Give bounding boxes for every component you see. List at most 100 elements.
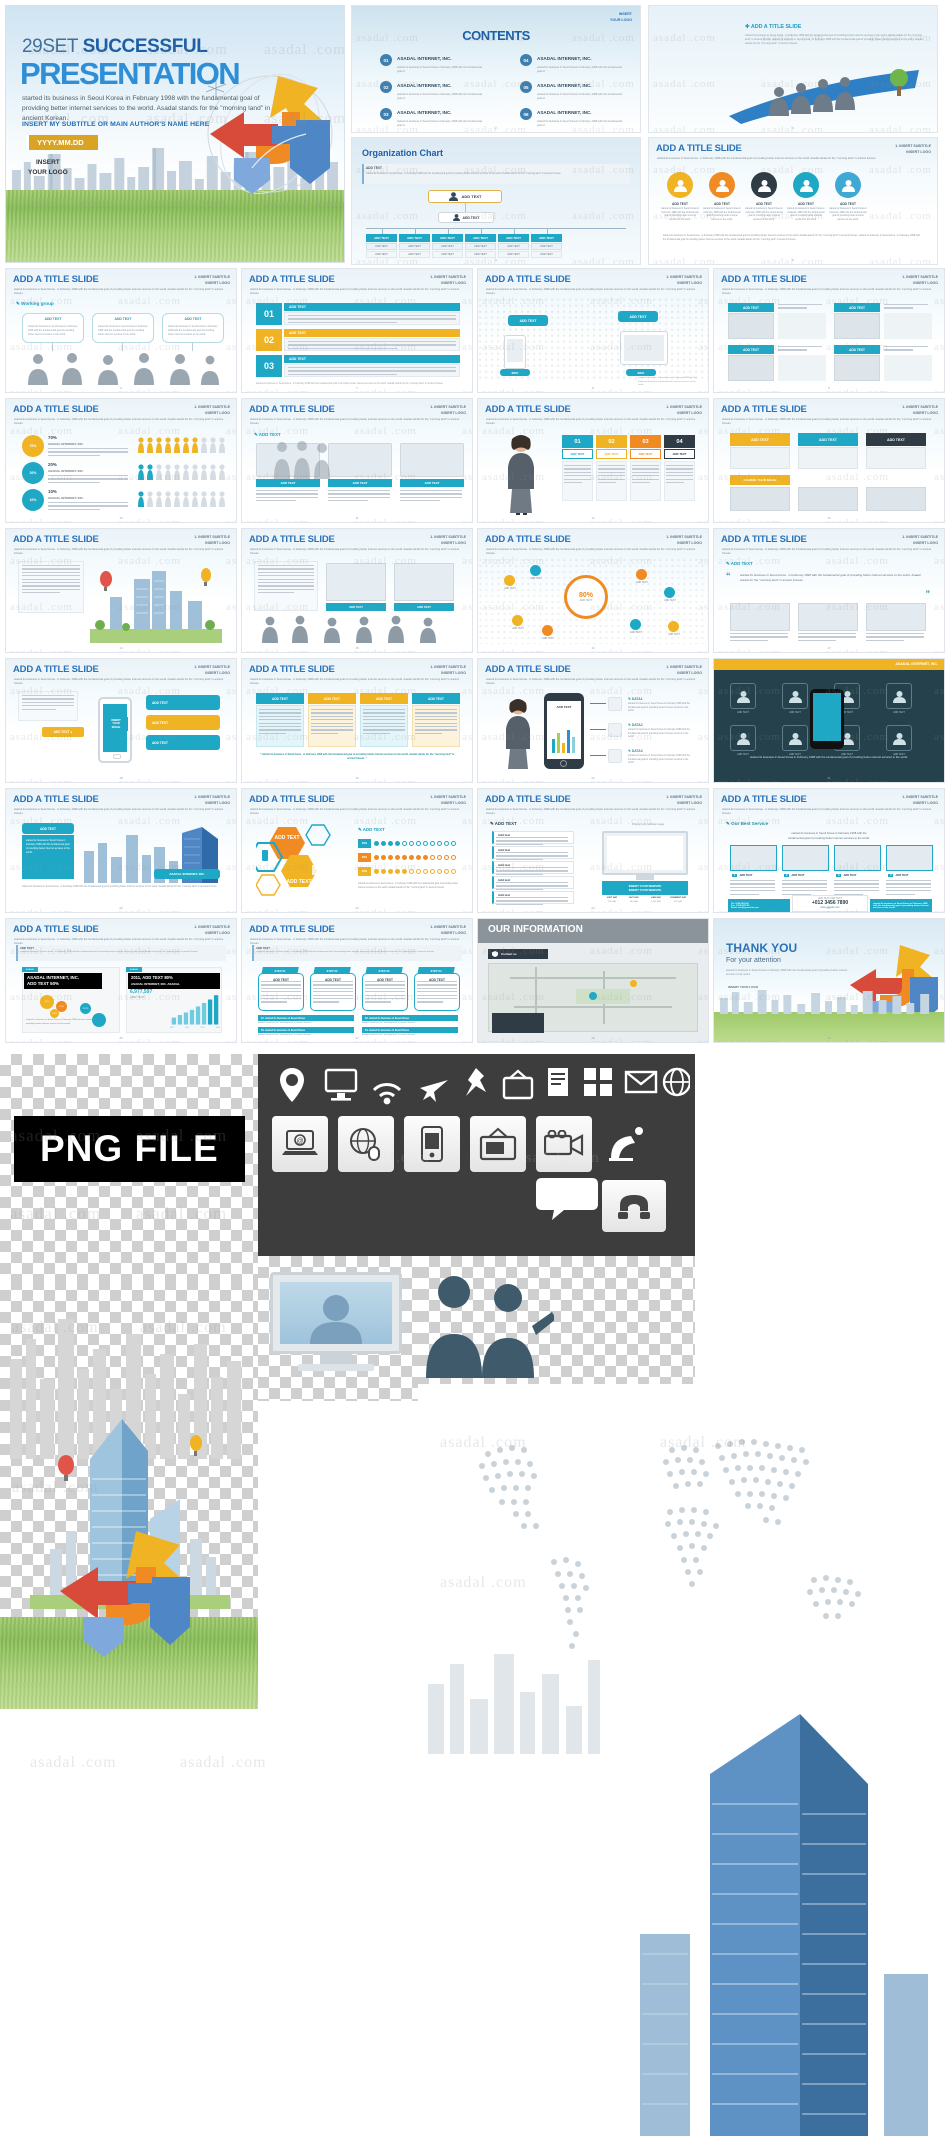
workgroup-box[interactable]: ADD TEXT started its business in Seoul K… [162,313,224,343]
map-pin[interactable] [630,619,641,630]
dark-icon-tile[interactable] [730,725,756,751]
column-body[interactable] [664,461,695,501]
title-slide[interactable]: 29SET SUCCESSFUL PRESENTATION started it… [5,5,345,263]
slide-thumbnail[interactable]: ADD A TITLE SLIDE 1. INSERT SUBTITLE INSE… [241,528,473,653]
slide-thumbnail[interactable]: ADD A TITLE SLIDE 1. INSERT SUBTITLE INSE… [713,788,945,913]
slide-thumbnail[interactable]: ADD A TITLE SLIDE 1. INSERT SUBTITLE INSE… [241,398,473,523]
city-text-block[interactable]: started its business in Seoul Korea in F… [22,835,74,879]
slide-thumbnail[interactable]: ADD A TITLE SLIDE 1. INSERT SUBTITLE INSE… [241,918,473,1043]
screen-caption[interactable]: ADD TEXT [400,479,464,487]
slide-thumbnail[interactable]: ADD A TITLE SLIDE 1. INSERT SUBTITLE INSE… [477,398,709,523]
org-cell-header[interactable]: ADD TEXT [399,234,430,242]
workgroup-box[interactable]: ADD TEXT started its business in Seoul K… [92,313,154,343]
step-footer-title[interactable]: 02. started its business in Seoul Korea [362,1015,458,1021]
org-node-sub[interactable]: ADD TEXT [438,212,494,223]
photo-label[interactable]: ADD TEXT [728,345,774,354]
dark-icon-tile[interactable] [886,683,912,709]
map-pin[interactable] [542,625,553,636]
column-header[interactable]: ADD TEXT [256,693,304,704]
slide-thumbnail[interactable]: ADD A TITLE SLIDE 1. INSERT SUBTITLE INSE… [477,788,709,913]
slide-thumbnail[interactable]: ✚ ADD A TITLE SLIDE started its business … [648,5,938,133]
map-pin[interactable] [504,575,515,586]
org-node-root[interactable]: ADD TEXT [428,190,502,203]
column-body[interactable] [596,461,627,501]
dark-icon-tile[interactable] [782,725,808,751]
org-cell-body[interactable]: ADD TEXT [399,251,430,258]
map-pin[interactable] [668,621,679,632]
column-label[interactable]: ADD TEXT [596,449,627,459]
website-banner[interactable]: INSERT YOUR WEBSITE INSERT YOUR WEBSITE [602,881,688,895]
slide-thumbnail[interactable]: THANK YOU For your attention started its b… [713,918,945,1043]
photo-label[interactable]: ADD TEXT [728,303,774,312]
bubble-item[interactable]: ADD TEXT [146,735,220,750]
slide-thumbnail[interactable]: ADD A TITLE SLIDE 1. INSERT SUBTITLE INSE… [477,268,709,393]
slide-thumbnail[interactable]: ADD A TITLE SLIDE 1. INSERT SUBTITLE INSE… [5,788,237,913]
map-tag[interactable]: ADD TEXT [508,315,548,326]
column-body[interactable] [630,461,661,501]
slide-thumbnail[interactable]: ADD A TITLE SLIDE 1. INSERT SUBTITLE INSE… [477,658,709,783]
add-text-button[interactable]: ADD TEXT ● [42,727,84,737]
org-cell-body[interactable]: ADD TEXT [531,251,562,258]
step-title[interactable]: ADD TEXT [284,355,460,363]
org-cell-body[interactable]: ADD TEXT [465,251,496,258]
org-cell-header[interactable]: ADD TEXT [366,234,397,242]
org-cell-body[interactable]: ADD TEXT [498,243,529,250]
change-image-label[interactable]: CHANGE YOUR IMAGE [730,475,790,485]
dark-icon-tile[interactable] [782,683,808,709]
slide-thumbnail[interactable]: ADD A TITLE SLIDE 1. INSERT SUBTITLE INSE… [241,268,473,393]
company-tag[interactable]: ASADAL INTERNET, INC. [154,869,220,879]
map-pin[interactable] [664,587,675,598]
org-cell-header[interactable]: ADD TEXT [531,234,562,242]
slide-thumbnail[interactable]: ADD A TITLE SLIDE 1. INSERT SUBTITLE INSE… [713,398,945,523]
bubble-item[interactable]: ADD TEXT [146,715,220,730]
info-badge[interactable]: INFO [626,369,656,376]
org-cell-body[interactable]: ADD TEXT [531,243,562,250]
circle-icon-badge[interactable] [709,172,735,198]
slide-thumbnail[interactable]: ADD A TITLE SLIDE 1. INSERT SUBTITLE INSE… [241,658,473,783]
org-cell-body[interactable]: ADD TEXT [432,243,463,250]
map-pin[interactable] [636,569,647,580]
screen-caption[interactable]: ADD TEXT [256,479,320,487]
org-cell-header[interactable]: ADD TEXT [465,234,496,242]
slide-thumbnail[interactable]: ADD A TITLE SLIDE 1. INSERT SUBTITLE INSE… [713,268,945,393]
map-marker[interactable] [630,980,638,988]
column-header[interactable]: ADD TEXT [308,693,356,704]
slide-thumbnail[interactable]: ADD A TITLE SLIDE 1. INSERT SUBTITLE INSE… [5,268,237,393]
slide-thumbnail[interactable]: ADD A TITLE SLIDE 1. INSERT SUBTITLE INSE… [5,398,237,523]
column-header[interactable]: ADD TEXT [360,693,408,704]
column-body[interactable] [562,461,593,501]
step-title[interactable]: ADD TEXT [284,303,460,311]
org-cell-body[interactable]: ADD TEXT [432,251,463,258]
step-title[interactable]: ADD TEXT [284,329,460,337]
org-cell-header[interactable]: ADD TEXT [498,234,529,242]
column-label[interactable]: ADD TEXT [664,449,695,459]
slide-thumbnail[interactable]: OUR INFORMATION Contact us 28 asadal .co… [477,918,709,1043]
slide-thumbnail[interactable]: ASADAL INTERNET, INC. ADD TEXT ADD TEXT … [713,658,945,783]
workgroup-box[interactable]: ADD TEXT started its business in Seoul K… [22,313,84,343]
step-footer-title[interactable]: 01. started its business in Seoul Korea [258,1015,354,1021]
contact-us-badge[interactable]: Contact us [488,949,548,959]
column-label[interactable]: ADD TEXT [562,449,593,459]
map-tag[interactable]: ADD TEXT [618,311,658,322]
slide-thumbnail[interactable]: ADD A TITLE SLIDE 1. INSERT SUBTITLE INSE… [241,788,473,913]
circle-icon-badge[interactable] [793,172,819,198]
info-badge[interactable]: INFO [500,369,530,376]
screenshot-caption[interactable]: ADD TEXT [394,603,454,611]
city-tag[interactable]: ADD TEXT [22,823,74,834]
photo-label[interactable]: ADD TEXT [834,303,880,312]
circle-icon-badge[interactable] [751,172,777,198]
org-cell-body[interactable]: ADD TEXT [498,251,529,258]
screenshot-caption[interactable]: ADD TEXT [326,603,386,611]
grid-tile-header[interactable]: ADD TEXT [798,433,858,446]
map-pin[interactable] [512,615,523,626]
dark-icon-tile[interactable] [886,725,912,751]
org-cell-header[interactable]: ADD TEXT [432,234,463,242]
org-cell-body[interactable]: ADD TEXT [366,243,397,250]
step-footer-title[interactable]: 04. started its business in Seoul Korea [362,1027,458,1033]
slide-thumbnail[interactable]: ADD A TITLE SLIDE 1. INSERT SUBTITLE INSE… [713,528,945,653]
step-footer-title[interactable]: 03. started its business in Seoul Korea [258,1027,354,1033]
circle-icon-badge[interactable] [835,172,861,198]
slide-thumbnail[interactable]: ADD A TITLE SLIDE 1. INSERT SUBTITLE INSE… [5,658,237,783]
bubble-item[interactable]: ADD TEXT [146,695,220,710]
circle-icon-badge[interactable] [667,172,693,198]
